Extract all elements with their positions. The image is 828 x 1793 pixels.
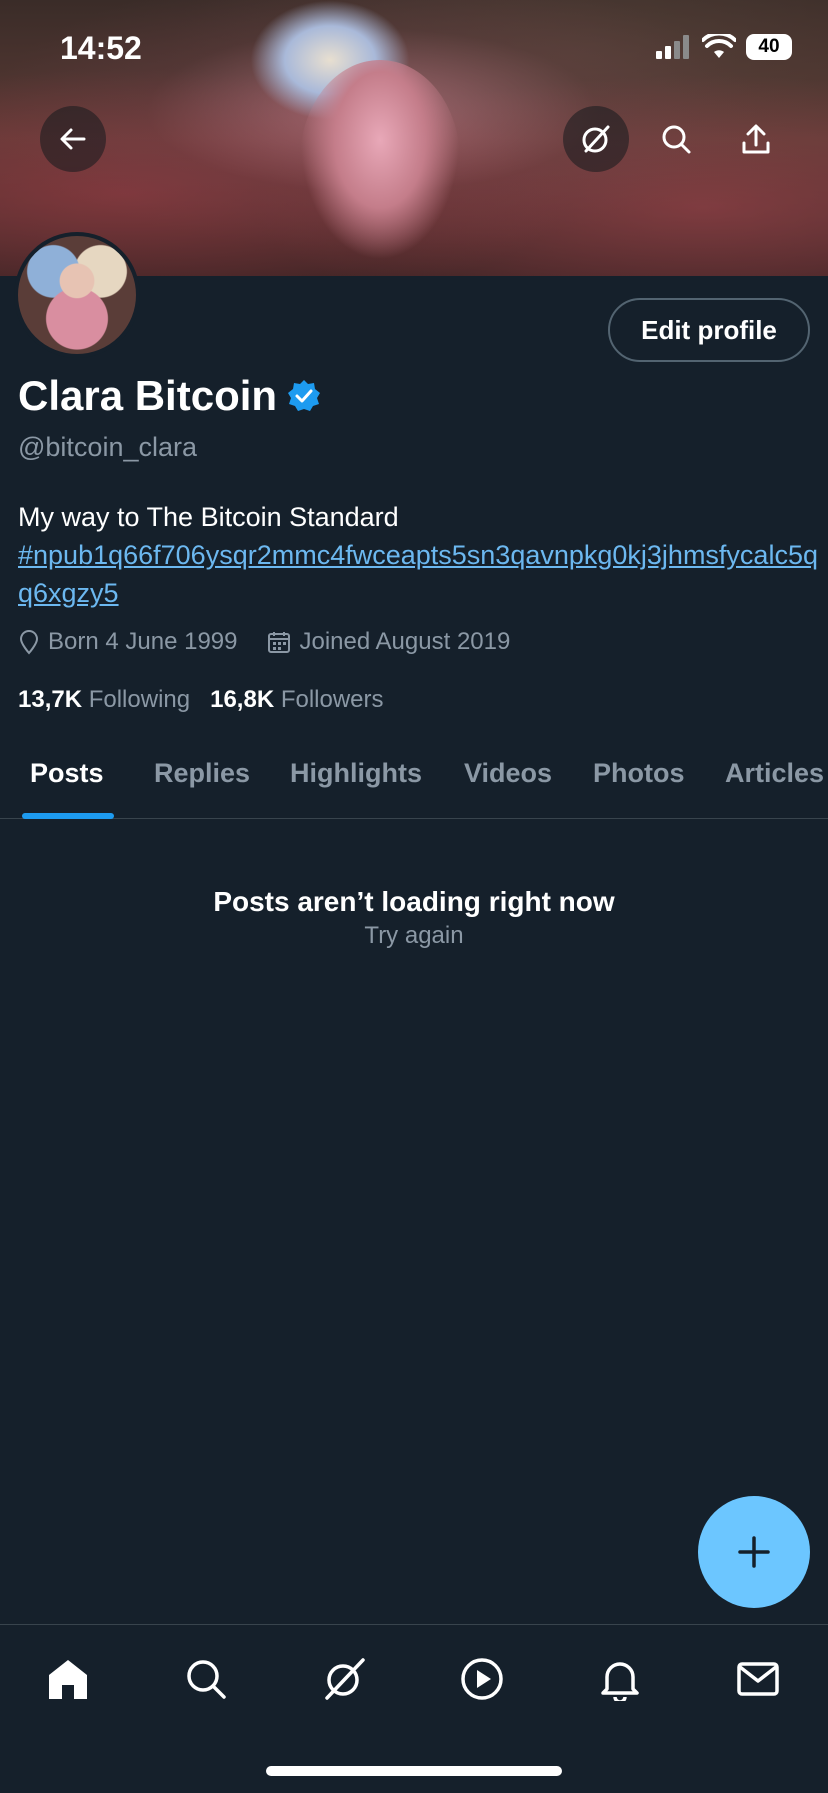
share-button[interactable] [723, 106, 789, 172]
status-icons: 40 [656, 34, 792, 60]
tab-photos[interactable]: Photos [593, 758, 685, 789]
nav-notifications[interactable] [590, 1649, 650, 1709]
battery-indicator: 40 [746, 34, 792, 60]
bio-text: My way to The Bitcoin Standard [18, 502, 399, 532]
calendar-icon [268, 632, 291, 653]
grok-icon [582, 125, 610, 153]
tab-posts[interactable]: Posts [30, 758, 104, 789]
home-icon [49, 1660, 87, 1699]
followers-link[interactable]: 16,8K Followers [210, 686, 383, 714]
follow-stats: 13,7K Following 16,8K Followers [18, 686, 384, 714]
nav-home[interactable] [38, 1649, 98, 1709]
back-button[interactable] [40, 106, 106, 172]
followers-count: 16,8K [210, 686, 275, 713]
plus-icon [738, 1536, 770, 1568]
nav-messages[interactable] [728, 1649, 788, 1709]
birthdate: Born 4 June 1999 [18, 628, 237, 656]
birthdate-text: Born 4 June 1999 [48, 628, 238, 655]
wifi-icon [702, 34, 736, 58]
tab-articles[interactable]: Articles [725, 758, 824, 789]
join-date: Joined August 2019 [267, 628, 510, 656]
followers-label: Followers [280, 686, 384, 713]
nav-search[interactable] [176, 1649, 236, 1709]
edit-profile-button[interactable]: Edit profile [608, 298, 810, 362]
profile-bio: My way to The Bitcoin Standard #npub1q66… [18, 498, 818, 612]
profile-tabs: Posts Replies Highlights Videos Photos A… [0, 740, 828, 819]
tab-videos[interactable]: Videos [464, 758, 552, 789]
play-icon [461, 1658, 503, 1700]
mail-icon [737, 1662, 779, 1696]
profile-meta: Born 4 June 1999 Joined August 2019 [18, 628, 510, 656]
tab-replies[interactable]: Replies [154, 758, 250, 789]
nav-grok[interactable] [314, 1649, 374, 1709]
share-icon [742, 124, 770, 154]
profile-handle: @bitcoin_clara [18, 432, 197, 462]
tab-highlights[interactable]: Highlights [290, 758, 422, 789]
compose-button[interactable] [698, 1496, 810, 1608]
active-tab-indicator [22, 813, 114, 819]
profile-name: Clara Bitcoin [18, 372, 278, 419]
home-indicator [266, 1766, 562, 1776]
bell-icon [601, 1662, 639, 1701]
back-arrow-icon [60, 128, 86, 150]
search-icon [662, 125, 691, 154]
feed-error-title: Posts aren’t loading right now [213, 886, 615, 917]
search-icon [187, 1660, 226, 1699]
location-pin-icon [19, 630, 39, 655]
nav-videos[interactable] [452, 1649, 512, 1709]
grok-icon [325, 1658, 365, 1700]
following-label: Following [88, 686, 191, 713]
status-time: 14:52 [60, 30, 142, 66]
grok-button[interactable] [563, 106, 629, 172]
following-link[interactable]: 13,7K Following [18, 686, 190, 714]
avatar[interactable] [14, 232, 140, 358]
verified-badge-icon[interactable] [287, 379, 321, 413]
try-again-button[interactable]: Try again [0, 922, 828, 950]
following-count: 13,7K [18, 686, 83, 713]
signal-icon [656, 35, 689, 59]
status-bar: 14:52 40 [0, 0, 828, 100]
profile-name-row: Clara Bitcoin [18, 372, 321, 420]
join-date-text: Joined August 2019 [299, 628, 511, 655]
bio-hashtag-link[interactable]: #npub1q66f706ysqr2mmc4fwceapts5sn3qavnpk… [18, 536, 818, 612]
search-button[interactable] [643, 106, 709, 172]
